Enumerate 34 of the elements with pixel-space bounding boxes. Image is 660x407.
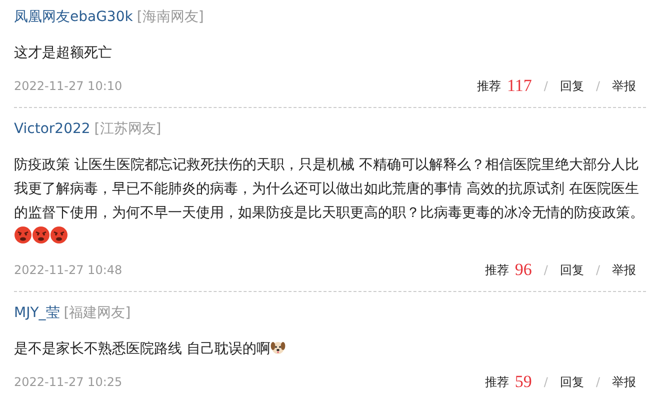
separator: / (544, 79, 548, 93)
separator: / (544, 375, 548, 389)
username[interactable]: Victor2022 (14, 121, 90, 137)
report-link[interactable]: 举报 (612, 374, 636, 390)
comment-text: 这才是超额死亡 (14, 44, 113, 63)
comment-text: 是不是家长不熟悉医院路线 自己耽误的啊 (14, 337, 644, 361)
comment-text: 防疫政策 让医生医院都忘记救死扶伤的天职，只是机械 不精确可以解释么？相信医院里绝大部分人比我更了解病毒，早已不能肺炎的病毒，为什么还可以做出如此荒唐的事情 高效的抗原试剂 在医院医生的监督下使用，为何不早一天使用，如果防疫是比天职更高的职？比病毒更毒的冰冷无情的防疫政策。 (14, 153, 644, 249)
separator: / (596, 375, 600, 389)
recommend-link[interactable]: 推荐 (477, 78, 502, 94)
recommend-count: 59 (514, 372, 532, 392)
username[interactable]: MJY_莹 (14, 305, 60, 321)
recommend-count: 96 (514, 260, 532, 280)
angry-face-icon (14, 226, 32, 244)
username[interactable]: 凤凰网友ebaG30k (14, 9, 133, 25)
report-link[interactable]: 举报 (612, 262, 636, 278)
angry-face-icon (50, 226, 68, 244)
recommend-link[interactable]: 推荐 (484, 374, 509, 390)
dog-face-icon (270, 339, 286, 355)
user-region: [海南网友] (136, 9, 204, 25)
recommend-link[interactable]: 推荐 (484, 262, 509, 278)
user-region: [福建网友] (64, 305, 131, 321)
report-link[interactable]: 举报 (612, 78, 636, 94)
reply-link[interactable]: 回复 (560, 262, 584, 278)
separator: / (544, 263, 548, 277)
recommend-count: 117 (507, 76, 532, 96)
timestamp: 2022-11-27 10:10 (14, 79, 122, 93)
separator: / (596, 263, 600, 277)
angry-face-icon (32, 226, 50, 244)
separator: / (596, 79, 600, 93)
user-region: [江苏网友] (94, 121, 162, 137)
reply-link[interactable]: 回复 (560, 374, 584, 390)
timestamp: 2022-11-27 10:25 (14, 375, 122, 389)
reply-link[interactable]: 回复 (560, 78, 584, 94)
timestamp: 2022-11-27 10:48 (14, 263, 122, 277)
